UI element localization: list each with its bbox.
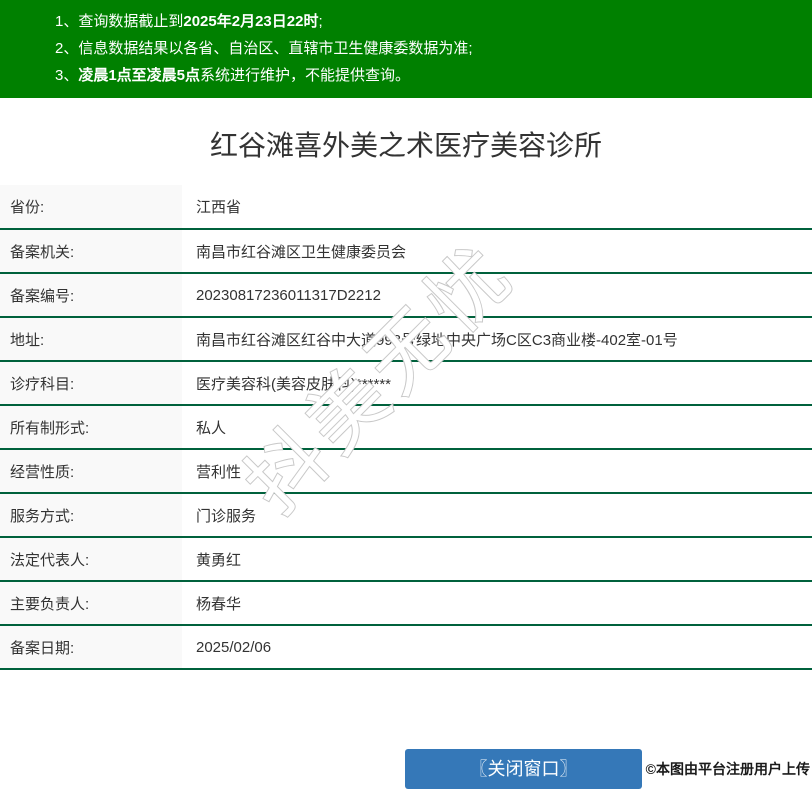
row-value: 门诊服务 [182, 493, 812, 538]
row-label: 服务方式: [0, 493, 182, 538]
notice-line-number: 3、 [55, 67, 79, 84]
notice-line-text: 信息数据结果以各省、自治区、直辖市卫生健康委数据为准; [78, 40, 473, 57]
notice-line-text-after: 系统进行维护，不能提供查询。 [200, 67, 411, 84]
row-label: 地址: [0, 317, 182, 362]
row-value: 私人 [182, 405, 812, 450]
notice-line-number: 1、 [55, 13, 79, 30]
row-value: 南昌市红谷滩区卫生健康委员会 [182, 229, 812, 274]
row-value: 黄勇红 [182, 537, 812, 582]
row-label: 经营性质: [0, 449, 182, 494]
notice-line-bold-text: 凌晨1点至凌晨5点 [78, 67, 201, 84]
row-value: 2025/02/06 [182, 625, 812, 670]
page-title: 红谷滩喜外美之术医疗美容诊所 [209, 130, 602, 161]
row-label: 所有制形式: [0, 405, 182, 450]
row-value: 江西省 [182, 185, 812, 230]
row-label: 备案编号: [0, 273, 182, 318]
row-value: 南昌市红谷滩区红谷中大道998号绿地中央广场C区C3商业楼-402室-01号 [182, 317, 812, 362]
row-label: 法定代表人: [0, 537, 182, 582]
table-row: 备案编号: 20230817236011317D2212 [0, 273, 812, 318]
table-row: 省份: 江西省 [0, 185, 812, 230]
notice-banner: 1、查询数据截止到2025年2月23日22时; 2、信息数据结果以各省、自治区、… [0, 0, 812, 98]
table-row: 备案机关: 南昌市红谷滩区卫生健康委员会 [0, 229, 812, 274]
notice-line-number: 2、 [55, 40, 79, 57]
row-label: 备案日期: [0, 625, 182, 670]
copyright-note: ©本图由平台注册用户上传 [645, 761, 810, 777]
table-row: 所有制形式: 私人 [0, 405, 812, 450]
registration-table: 省份: 江西省 备案机关: 南昌市红谷滩区卫生健康委员会 备案编号: 20230… [0, 185, 812, 670]
notice-line: 2、信息数据结果以各省、自治区、直辖市卫生健康委数据为准; [55, 35, 792, 62]
row-value: 医疗美容科(美容皮肤科)****** [182, 361, 812, 406]
row-label: 省份: [0, 185, 182, 230]
row-label: 备案机关: [0, 229, 182, 274]
notice-line: 3、凌晨1点至凌晨5点系统进行维护，不能提供查询。 [55, 62, 792, 89]
row-value: 20230817236011317D2212 [182, 273, 812, 318]
table-row: 备案日期: 2025/02/06 [0, 625, 812, 670]
table-row: 诊疗科目: 医疗美容科(美容皮肤科)****** [0, 361, 812, 406]
row-label: 主要负责人: [0, 581, 182, 626]
notice-line: 1、查询数据截止到2025年2月23日22时; [55, 8, 792, 35]
table-row: 主要负责人: 杨春华 [0, 581, 812, 626]
table-row: 服务方式: 门诊服务 [0, 493, 812, 538]
row-value: 杨春华 [182, 581, 812, 626]
close-window-button[interactable]: 〖关闭窗口〗 [405, 749, 642, 789]
notice-line-bold-text: 2025年2月23日22时 [183, 13, 319, 30]
notice-line-text-after: ; [318, 13, 323, 30]
table-row: 法定代表人: 黄勇红 [0, 537, 812, 582]
row-label: 诊疗科目: [0, 361, 182, 406]
notice-line-text: 查询数据截止到 [78, 13, 184, 30]
row-value: 营利性 [182, 449, 812, 494]
table-row: 地址: 南昌市红谷滩区红谷中大道998号绿地中央广场C区C3商业楼-402室-0… [0, 317, 812, 362]
table-row: 经营性质: 营利性 [0, 449, 812, 494]
